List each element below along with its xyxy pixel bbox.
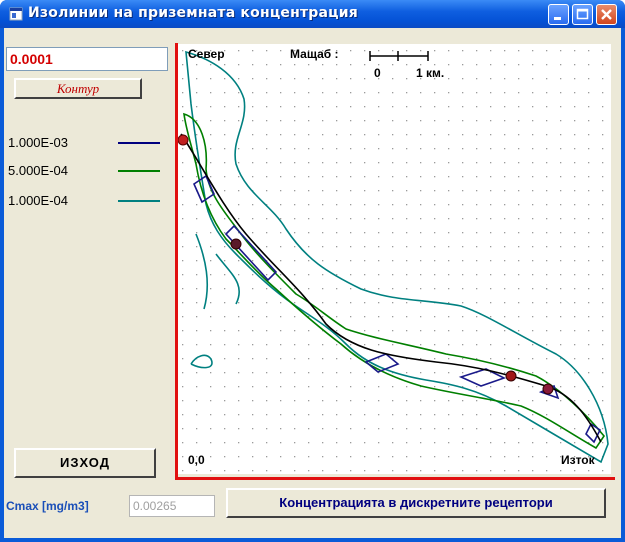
source-marker (505, 370, 517, 382)
cmax-field: 0.00265 (129, 495, 215, 517)
isoline-map[interactable]: Север Мащаб : 0 1 км. 0,0 Изток (176, 44, 611, 474)
legend-swatch (118, 170, 160, 172)
source-marker (230, 238, 242, 250)
cmax-label: Cmax [mg/m3] (6, 499, 89, 513)
close-icon (601, 9, 612, 20)
app-icon (9, 7, 23, 21)
origin-label: 0,0 (188, 453, 205, 467)
application-window: Изолинии на приземната концентрация 0.00… (0, 0, 625, 542)
title-bar[interactable]: Изолинии на приземната концентрация (0, 0, 625, 28)
legend-item: 1.000E-04 (8, 193, 168, 209)
source-marker (177, 134, 189, 146)
legend-swatch (118, 200, 160, 202)
maximize-button[interactable] (572, 4, 593, 25)
legend-item: 1.000E-03 (8, 135, 168, 151)
legend-label: 1.000E-03 (8, 135, 68, 150)
legend-label: 1.000E-04 (8, 193, 68, 208)
east-label: Изток (561, 453, 596, 467)
north-label: Север (188, 47, 225, 61)
scale-one: 1 км. (416, 66, 444, 80)
minimize-button[interactable] (548, 4, 569, 25)
source-marker (542, 383, 554, 395)
maximize-icon (576, 8, 589, 20)
minimize-icon (554, 17, 561, 20)
legend-swatch (118, 142, 160, 144)
client-area: 0.0001 Контур 1.000E-03 5.000E-04 1.000E… (4, 28, 621, 538)
scale-zero: 0 (374, 66, 381, 80)
isoline-value-field[interactable]: 0.0001 (6, 47, 168, 71)
window-title: Изолинии на приземната концентрация (28, 5, 358, 21)
contour-button[interactable]: Контур (14, 78, 142, 99)
legend-item: 5.000E-04 (8, 163, 168, 179)
close-button[interactable] (596, 4, 617, 25)
map-canvas: Север Мащаб : 0 1 км. 0,0 Изток (176, 44, 611, 474)
scale-label: Мащаб : (290, 47, 339, 61)
exit-button[interactable]: ИЗХОД (14, 448, 156, 478)
legend-label: 5.000E-04 (8, 163, 68, 178)
receptors-button[interactable]: Концентрацията в дискретните рецептори (226, 488, 606, 518)
